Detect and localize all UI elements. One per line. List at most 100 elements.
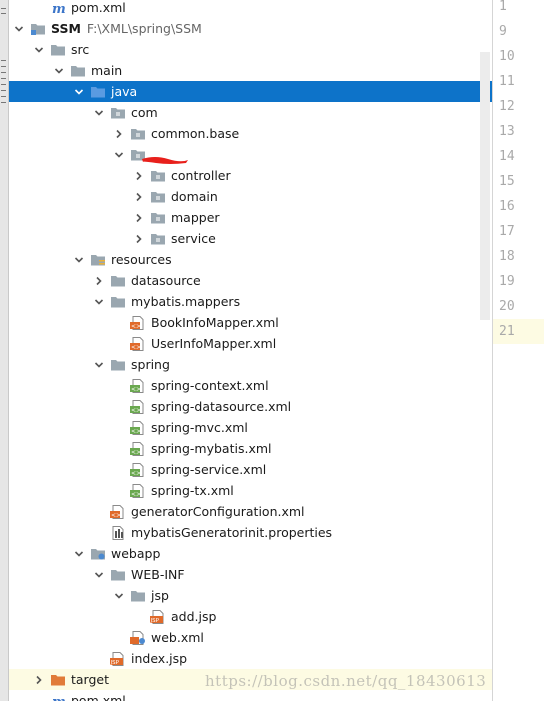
tree-row-name: mapper: [171, 210, 220, 225]
package-icon: [150, 232, 166, 246]
package-icon: [150, 190, 166, 204]
line-number: 18: [499, 249, 515, 264]
tree-row[interactable]: com: [9, 102, 492, 123]
tree-row-name: java: [111, 84, 138, 99]
tree-row[interactable]: jsp: [9, 585, 492, 606]
chevron-right-icon[interactable]: [34, 675, 44, 685]
tree-row-label: web.xml: [151, 627, 204, 648]
tree-row-name: domain: [171, 189, 218, 204]
package-icon: [150, 169, 166, 183]
tree-row[interactable]: service: [9, 228, 492, 249]
tree-row[interactable]: <> generatorConfiguration.xml: [9, 501, 492, 522]
tree-row-name: src: [71, 42, 90, 57]
tree-row[interactable]: WEB-INF: [9, 564, 492, 585]
tree-row-label: controller: [171, 165, 231, 186]
tree-row-label: jsp: [151, 585, 169, 606]
chevron-down-icon[interactable]: [94, 360, 104, 370]
tree-row-name: spring: [131, 357, 170, 372]
tree-row[interactable]: m pom.xml: [9, 690, 492, 701]
tree-scrollbar[interactable]: [480, 52, 490, 320]
xml-file-icon: <>: [130, 316, 146, 330]
tree-row-name: main: [91, 63, 123, 78]
chevron-down-icon[interactable]: [34, 45, 44, 55]
tree-row-label: target: [71, 669, 109, 690]
chevron-right-icon[interactable]: [94, 276, 104, 286]
svg-text:<>: <>: [131, 449, 141, 456]
line-number: 9: [499, 24, 507, 39]
jsp-file-icon: JSP: [150, 610, 166, 624]
spring-xml-icon: <>: [130, 421, 146, 435]
chevron-down-icon[interactable]: [54, 66, 64, 76]
maven-icon: m: [50, 1, 66, 15]
tree-row[interactable]: mybatis.mappers: [9, 291, 492, 312]
tree-row[interactable]: web.xml: [9, 627, 492, 648]
chevron-down-icon[interactable]: [74, 255, 84, 265]
chevron-down-icon[interactable]: [94, 297, 104, 307]
chevron-down-icon[interactable]: [114, 150, 124, 160]
chevron-down-icon[interactable]: [14, 24, 24, 34]
tree-row[interactable]: mapper: [9, 207, 492, 228]
tree-row[interactable]: <> spring-datasource.xml: [9, 396, 492, 417]
chevron-right-icon[interactable]: [134, 213, 144, 223]
tree-row[interactable]: java: [9, 81, 492, 102]
tree-row[interactable]: spring: [9, 354, 492, 375]
spring-xml-icon: <>: [130, 463, 146, 477]
svg-text:m: m: [52, 695, 66, 701]
editor-line-gutter: 1 9 10 11 12 13 14 15 16 17 18 19 20 21: [492, 0, 544, 701]
chevron-down-icon[interactable]: [74, 87, 84, 97]
xml-file-icon: <>: [110, 505, 126, 519]
chevron-down-icon[interactable]: [114, 591, 124, 601]
tree-row[interactable]: <> spring-service.xml: [9, 459, 492, 480]
project-tree[interactable]: m pom.xml SSM F:\XML\spring\SSM src main java c…: [9, 0, 492, 701]
chevron-down-icon[interactable]: [74, 549, 84, 559]
tree-row[interactable]: resources: [9, 249, 492, 270]
line-number: 1: [499, 0, 507, 14]
tree-row[interactable]: datasource: [9, 270, 492, 291]
svg-text:<>: <>: [131, 344, 141, 351]
chevron-right-icon[interactable]: [134, 234, 144, 244]
tree-row[interactable]: <> spring-tx.xml: [9, 480, 492, 501]
line-number: 17: [499, 224, 515, 239]
tree-row[interactable]: SSM F:\XML\spring\SSM: [9, 18, 492, 39]
folder-icon: [70, 64, 86, 78]
tree-row-label: spring-mybatis.xml: [151, 438, 272, 459]
watermark: https://blog.csdn.net/qq_18430613: [205, 672, 487, 690]
chevron-down-icon[interactable]: [94, 108, 104, 118]
tree-row-label: service: [171, 228, 216, 249]
chevron-right-icon[interactable]: [134, 192, 144, 202]
tree-row-label: add.jsp: [171, 606, 216, 627]
spring-xml-icon: <>: [130, 484, 146, 498]
tree-row[interactable]: main: [9, 60, 492, 81]
tree-row-name: spring-context.xml: [151, 378, 269, 393]
line-number: 20: [499, 299, 515, 314]
maven-icon: m: [50, 694, 66, 701]
tree-row-label: index.jsp: [131, 648, 187, 669]
tree-row-label: mybatis.mappers: [131, 291, 240, 312]
tree-row[interactable]: JSP add.jsp: [9, 606, 492, 627]
tree-row-label: SSM F:\XML\spring\SSM: [51, 18, 202, 39]
tree-row-label: src: [71, 39, 89, 60]
line-number: 13: [499, 124, 515, 139]
tree-row[interactable]: controller: [9, 165, 492, 186]
tree-row-label: webapp: [111, 543, 160, 564]
tree-row[interactable]: src: [9, 39, 492, 60]
tree-row[interactable]: [9, 144, 492, 165]
tree-row[interactable]: domain: [9, 186, 492, 207]
chevron-down-icon[interactable]: [94, 570, 104, 580]
tree-row[interactable]: m pom.xml: [9, 0, 492, 18]
svg-text:JSP: JSP: [110, 660, 120, 666]
tree-row-name: SSM: [51, 21, 81, 36]
line-number: 11: [499, 74, 515, 89]
tree-row[interactable]: <> spring-context.xml: [9, 375, 492, 396]
tree-row[interactable]: JSP index.jsp: [9, 648, 492, 669]
tree-row[interactable]: <> spring-mvc.xml: [9, 417, 492, 438]
chevron-right-icon[interactable]: [134, 171, 144, 181]
tree-row[interactable]: webapp: [9, 543, 492, 564]
chevron-right-icon[interactable]: [114, 129, 124, 139]
tree-row-label: common.base: [151, 123, 239, 144]
tree-row[interactable]: mybatisGeneratorinit.properties: [9, 522, 492, 543]
tree-row[interactable]: <> UserInfoMapper.xml: [9, 333, 492, 354]
tree-row[interactable]: <> spring-mybatis.xml: [9, 438, 492, 459]
tree-row[interactable]: common.base: [9, 123, 492, 144]
tree-row[interactable]: <> BookInfoMapper.xml: [9, 312, 492, 333]
